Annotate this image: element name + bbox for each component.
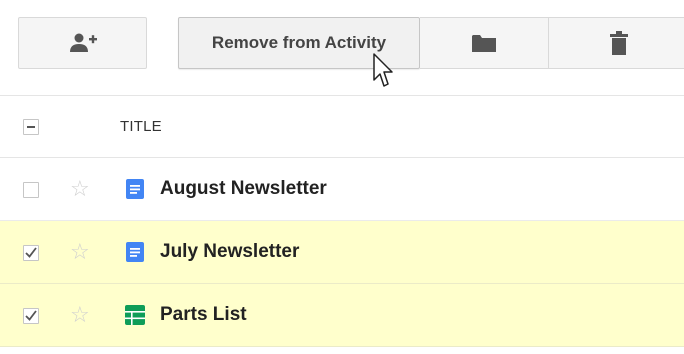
file-row-august-newsletter[interactable]: ☆ August Newsletter [0, 158, 684, 221]
add-person-icon [69, 33, 97, 52]
row-checkbox[interactable] [23, 245, 39, 261]
trash-icon [609, 31, 628, 55]
select-all-checkbox[interactable] [23, 119, 39, 135]
document-icon [126, 179, 144, 199]
row-checkbox[interactable] [23, 182, 39, 198]
row-checkbox[interactable] [23, 308, 39, 324]
folder-icon [472, 35, 496, 52]
remove-from-activity-label: Remove from Activity [211, 33, 387, 52]
star-icon[interactable]: ☆ [70, 178, 90, 200]
document-icon [126, 242, 144, 262]
file-title[interactable]: August Newsletter [160, 178, 327, 200]
spreadsheet-icon [125, 305, 145, 325]
move-to-folder-button[interactable] [420, 17, 549, 69]
file-title[interactable]: July Newsletter [160, 241, 299, 263]
file-row-july-newsletter[interactable]: ☆ July Newsletter [0, 221, 684, 284]
star-icon[interactable]: ☆ [70, 304, 90, 326]
list-header: TITLE [0, 96, 684, 158]
file-row-parts-list[interactable]: ☆ Parts List [0, 284, 684, 347]
checkmark-icon [25, 247, 37, 258]
file-title[interactable]: Parts List [160, 304, 247, 326]
star-icon[interactable]: ☆ [70, 241, 90, 263]
mouse-pointer-icon [373, 53, 393, 87]
column-title-header[interactable]: TITLE [120, 118, 162, 135]
add-people-button[interactable] [18, 17, 147, 69]
delete-button[interactable] [549, 17, 684, 69]
checkmark-icon [25, 310, 37, 321]
